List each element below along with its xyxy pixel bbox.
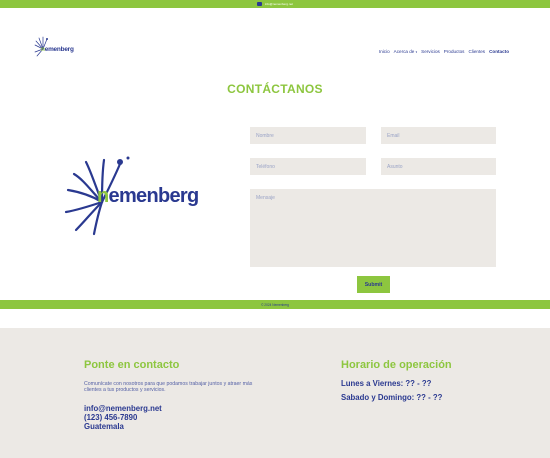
contact-logo: nemenberg [62,152,212,236]
nav-servicios[interactable]: Servicios [421,49,440,54]
mensaje-field[interactable]: Mensaje [250,189,496,267]
footer-location: Guatemala [84,422,124,431]
nav-acerca-de[interactable]: Acerca de ▾ [394,49,417,54]
footer-hours-title: Horario de operación [341,359,452,371]
nav-contacto[interactable]: Contacto [489,49,509,54]
site-header: nemenberg Inicio Acerca de ▾ Servicios P… [0,8,550,68]
footer-phone[interactable]: (123) 456-7890 [84,413,137,422]
asunto-field[interactable]: Asunto [381,158,496,175]
weekday-hours: Lunes a Viernes: ?? - ?? [341,379,432,388]
top-bar: info@nemenberg.net [0,0,550,8]
chevron-down-icon: ▾ [415,50,418,54]
footer-contact-title: Ponte en contacto [84,359,180,371]
nav-productos[interactable]: Productos [444,49,465,54]
nombre-field[interactable]: Nombre [250,127,366,144]
mail-icon [256,2,262,6]
logo-wordmark: nemenberg [41,46,74,53]
nav-clientes[interactable]: Clientes [468,49,485,54]
page-title: CONTÁCTANOS [227,82,323,96]
main-nav: Inicio Acerca de ▾ Servicios Productos C… [379,49,509,54]
telefono-field[interactable]: Teléfono [250,158,366,175]
email-field[interactable]: Email [381,127,496,144]
top-email-text: info@nemenberg.net [264,2,294,6]
site-footer: Ponte en contacto Comunícate con nosotro… [0,328,550,458]
submit-button[interactable]: Submit [357,276,390,293]
top-email-link[interactable]: info@nemenberg.net [256,2,294,6]
weekend-hours: Sabado y Domingo: ?? - ?? [341,393,443,402]
footer-email-link[interactable]: info@nemenberg.net [84,404,162,413]
header-logo[interactable]: nemenberg [33,35,79,59]
copyright-bar: © 2024 Nemenberg [0,300,550,309]
logo-wordmark: nemenberg [97,185,199,207]
footer-contact-description: Comunícate con nosotros para que podamos… [84,381,253,394]
nav-inicio[interactable]: Inicio [379,49,390,54]
